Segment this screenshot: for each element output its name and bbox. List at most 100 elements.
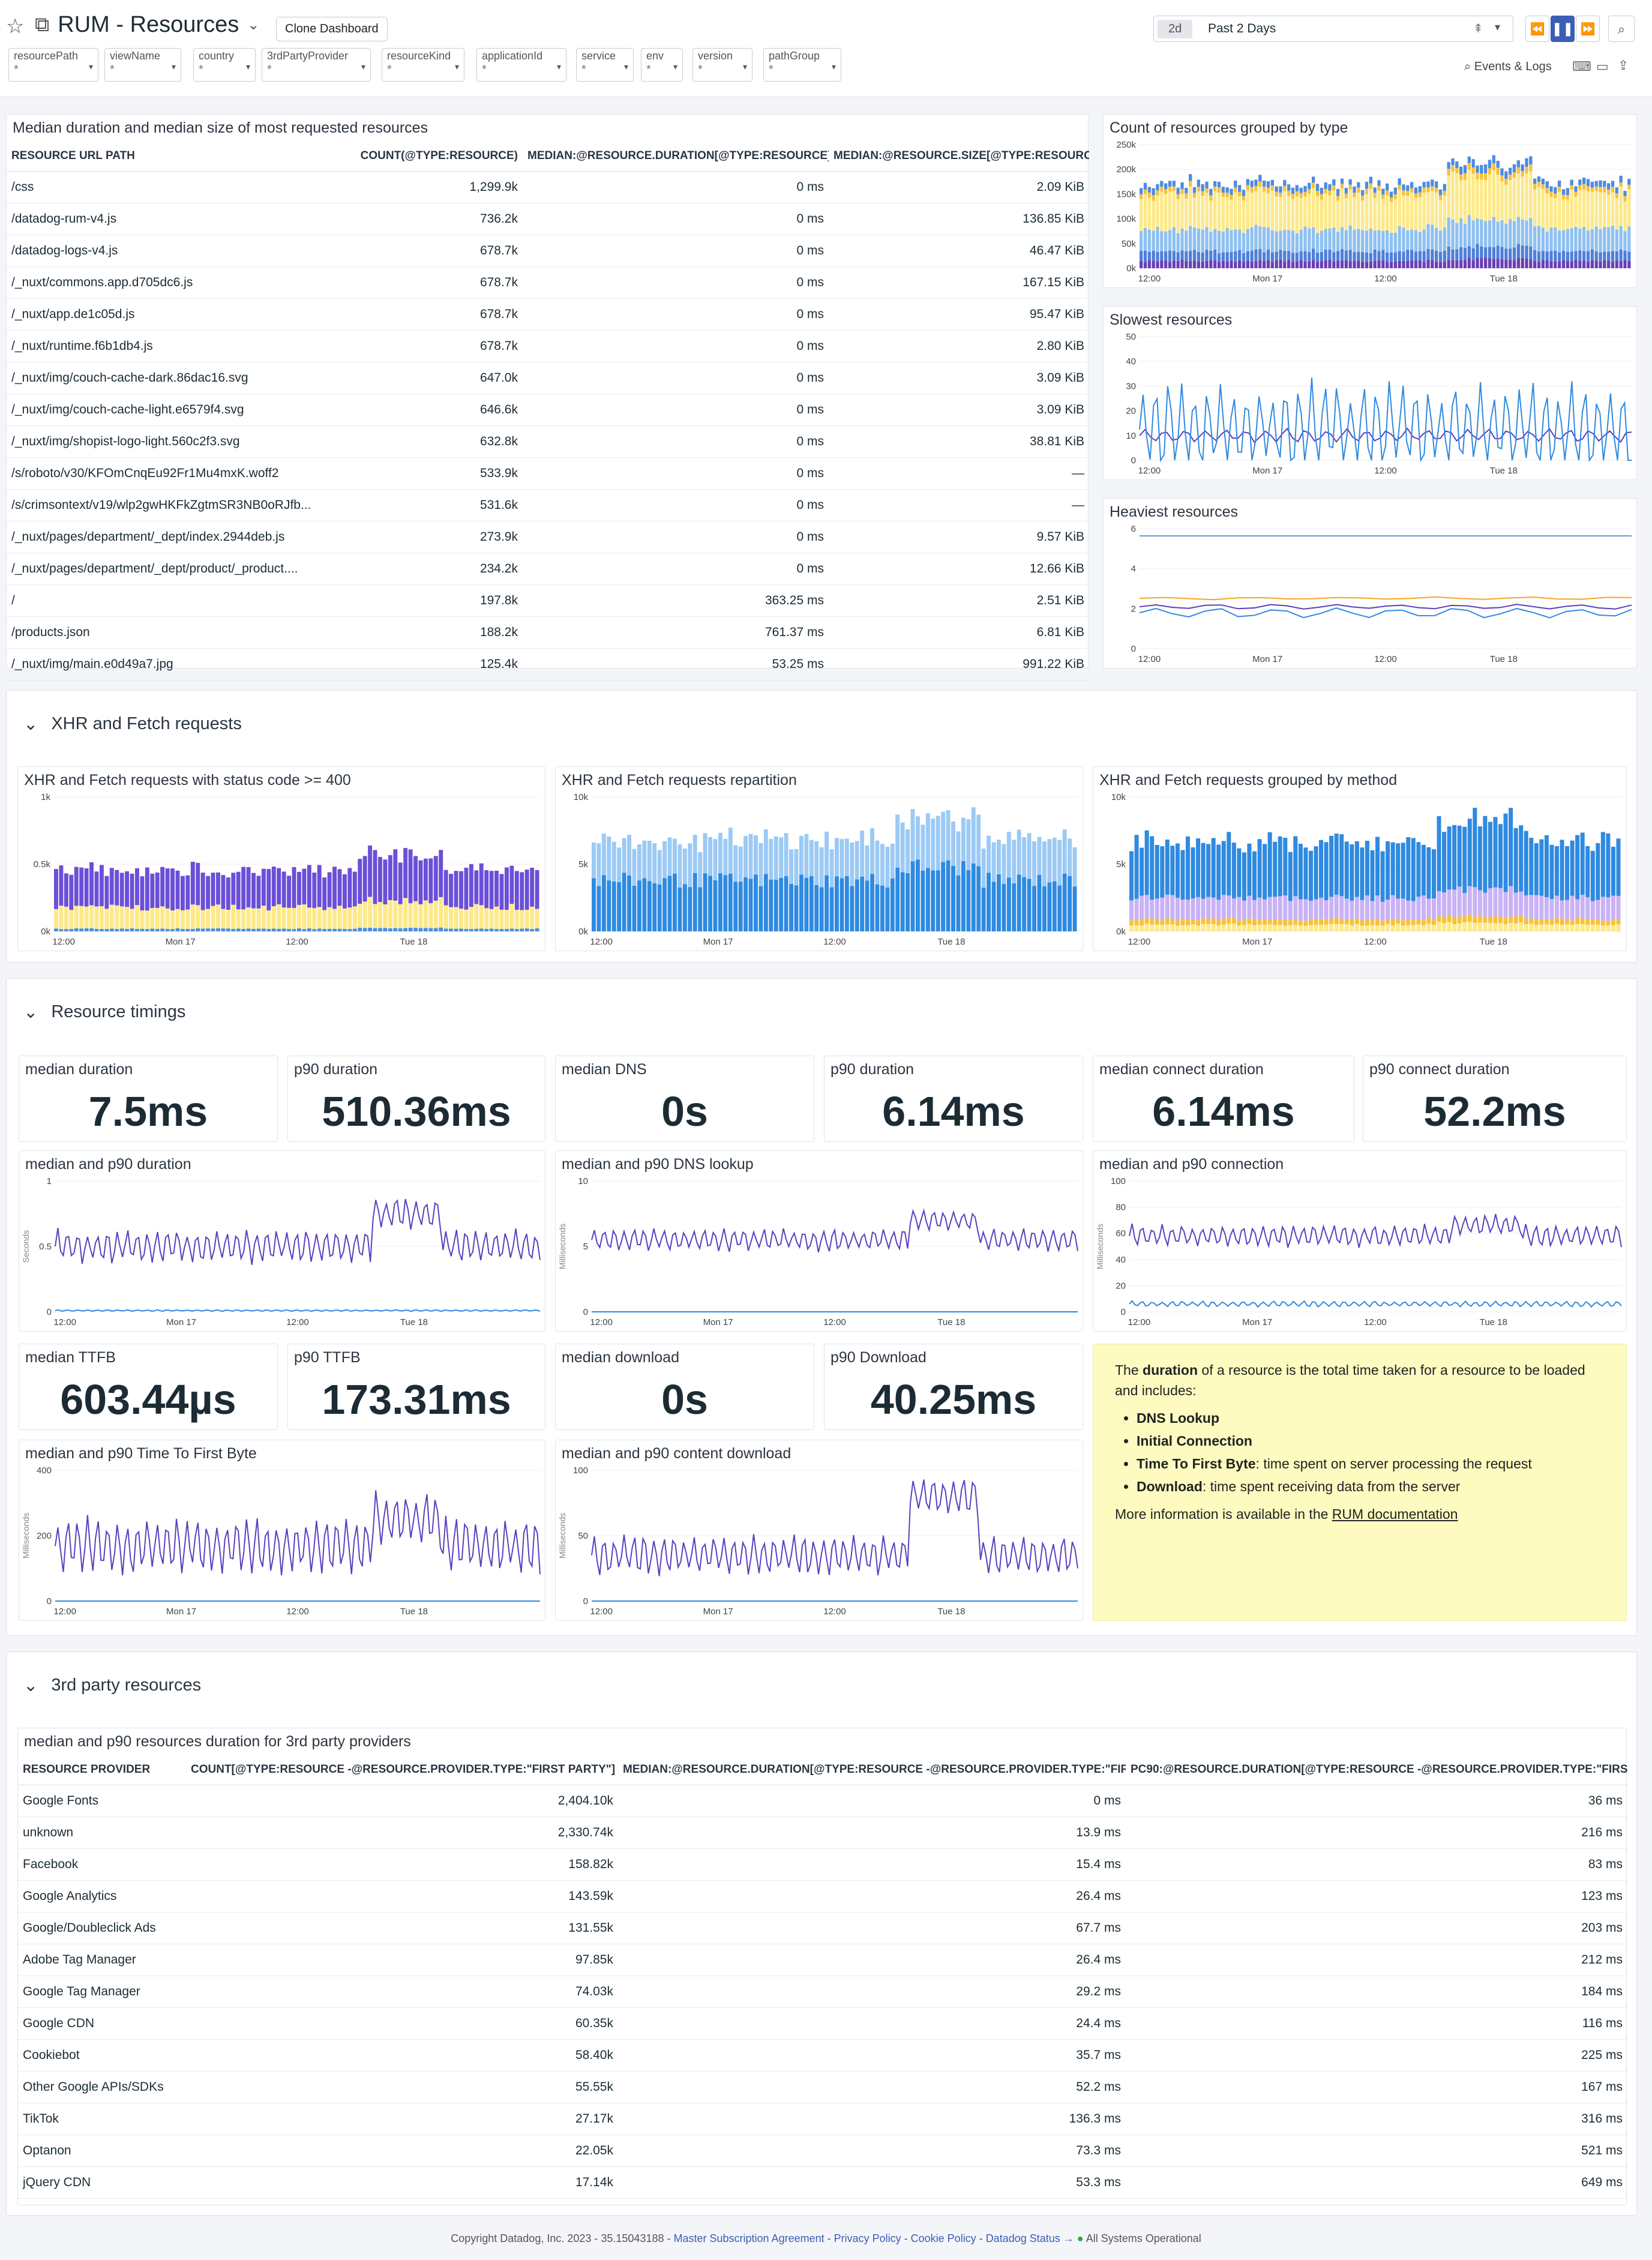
table-row[interactable]: Google/Doubleclick Ads 131.55k 67.7 ms 203 … <box>18 1912 1627 1944</box>
msa-link[interactable]: Master Subscription Agreement <box>673 2232 824 2244</box>
chevron-down-icon[interactable]: ⌄ <box>23 714 38 735</box>
table-row[interactable]: /_nuxt/commons.app.d705dc6.js 678.7k 0 ms 1… <box>7 266 1089 299</box>
bar <box>1544 919 1549 925</box>
dashboard-title[interactable]: ⧉ RUM - Resources ⌄ <box>35 12 259 38</box>
rum-docs-link[interactable]: RUM documentation <box>1332 1506 1458 1522</box>
group-header[interactable]: ⌄ 3rd party resources <box>23 1675 201 1696</box>
var-resourcekind[interactable]: resourceKind * ▾ <box>382 48 464 82</box>
bar <box>1452 889 1457 918</box>
pause-button[interactable]: ❚❚ <box>1551 16 1575 42</box>
xhr-errors-chart[interactable]: 1k0.5k0k12:00 Mon 17 12:00 Tue 18 <box>18 791 546 952</box>
bar <box>946 810 951 861</box>
column-header[interactable]: COUNT(@TYPE:RESOURCE) <box>337 141 523 172</box>
table-row[interactable]: /products.json 188.2k 761.37 ms 6.81 KiB <box>7 616 1089 649</box>
table-row[interactable]: Google Fonts 2,404.10k 0 ms 36 ms <box>18 1785 1627 1817</box>
column-header[interactable]: MEDIAN:@RESOURCE.SIZE[@TYPE:RESOURCE] <box>829 141 1089 172</box>
column-header[interactable]: RESOURCE URL PATH <box>7 141 337 172</box>
var-applicationid[interactable]: applicationId * ▾ <box>476 48 566 82</box>
table-row[interactable]: Facebook 158.82k 15.4 ms 83 ms <box>18 1848 1627 1881</box>
bar <box>281 907 286 929</box>
table-row[interactable]: Google Analytics 143.59k 26.4 ms 123 ms <box>18 1880 1627 1913</box>
export-icon[interactable]: ⇪ <box>1618 58 1629 73</box>
tv-mode-icon[interactable]: ▭ <box>1596 59 1609 74</box>
zoom-out-button[interactable]: ⌕ <box>1608 16 1635 42</box>
table-row[interactable]: Cookiebot 58.40k 35.7 ms 225 ms <box>18 2039 1627 2072</box>
var-pathgroup[interactable]: pathGroup * ▾ <box>763 48 841 82</box>
table-row[interactable]: /s/crimsontext/v19/wlp2gwHKFkZgtmSR3NB0o… <box>7 489 1089 521</box>
table-row[interactable]: TikTok 27.17k 136.3 ms 316 ms <box>18 2103 1627 2135</box>
bar <box>1332 179 1336 186</box>
table-row[interactable]: /datadog-logs-v4.js 678.7k 0 ms 46.47 KiB <box>7 235 1089 267</box>
bar <box>403 848 408 898</box>
chevron-down-icon[interactable]: ⌄ <box>23 1675 38 1696</box>
forward-button[interactable]: ⏩ <box>1576 16 1600 42</box>
connection-chart[interactable]: 10080604020012:00 Mon 17 12:00 Tue 18Millis… <box>1093 1175 1627 1332</box>
bar <box>1340 188 1344 227</box>
table-row[interactable]: /_nuxt/pages/department/_dept/product/_p… <box>7 553 1089 585</box>
chevron-down-icon[interactable]: ⌄ <box>247 16 259 34</box>
status-link[interactable]: Datadog Status → <box>986 2232 1074 2244</box>
var-3rdpartyprovider[interactable]: 3rdPartyProvider * ▾ <box>262 48 371 82</box>
slowest-resources-chart[interactable]: 5040302010012:00 Mon 17 12:00 Tue 18 <box>1104 331 1638 481</box>
table-row[interactable]: jQuery CDN 17.14k 53.3 ms 649 ms <box>18 2166 1627 2199</box>
bar <box>337 869 342 906</box>
table-row[interactable]: /css 1,299.9k 0 ms 2.09 KiB <box>7 171 1089 203</box>
var-version[interactable]: version * ▾ <box>692 48 752 82</box>
table-row[interactable]: /_nuxt/img/couch-cache-light.e6579f4.svg… <box>7 394 1089 426</box>
bar <box>1578 179 1582 185</box>
xhr-by-method-chart[interactable]: 10k5k0k12:00 Mon 17 12:00 Tue 18 <box>1093 791 1627 952</box>
heaviest-resources-chart[interactable]: 642012:00 Mon 17 12:00 Tue 18 <box>1104 523 1638 669</box>
bar <box>1150 836 1155 900</box>
column-header[interactable]: COUNT[@TYPE:RESOURCE -@RESOURCE.PROVIDER… <box>186 1755 618 1785</box>
xhr-repartition-chart[interactable]: 10k5k0k12:00 Mon 17 12:00 Tue 18 <box>556 791 1084 952</box>
ttfb-chart[interactable]: 400200012:00 Mon 17 12:00 Tue 18Millisecond… <box>19 1464 546 1621</box>
var-env[interactable]: env * ▾ <box>641 48 683 82</box>
var-country[interactable]: country * ▾ <box>193 48 256 82</box>
duration-chart[interactable]: 10.5012:00 Mon 17 12:00 Tue 18Seconds <box>19 1175 546 1332</box>
var-service[interactable]: service * ▾ <box>576 48 634 82</box>
table-row[interactable]: /_nuxt/img/couch-cache-dark.86dac16.svg 6… <box>7 362 1089 394</box>
chevron-down-icon[interactable]: ▾ <box>1495 21 1500 34</box>
privacy-link[interactable]: Privacy Policy <box>834 2232 901 2244</box>
clone-dashboard-button[interactable]: Clone Dashboard <box>276 17 388 41</box>
table-row[interactable]: /_nuxt/pages/department/_dept/index.2944… <box>7 521 1089 553</box>
table-row[interactable]: unknown 2,330.74k 13.9 ms 216 ms <box>18 1817 1627 1849</box>
count-by-type-chart[interactable]: 250k200k150k100k50k0k12:00 Mon 17 12:00 Tue… <box>1104 139 1638 289</box>
bar <box>1421 844 1426 896</box>
column-header[interactable]: MEDIAN:@RESOURCE.DURATION[@TYPE:RESOURCE… <box>618 1755 1126 1785</box>
table-row[interactable]: /datadog-rum-v4.js 736.2k 0 ms 136.85 KiB <box>7 203 1089 235</box>
table-row[interactable]: /197.8k 363.25 ms 2.51 KiB <box>7 585 1089 617</box>
group-header[interactable]: ⌄ Resource timings <box>23 1002 185 1023</box>
bar <box>1574 196 1578 227</box>
cookie-link[interactable]: Cookie Policy <box>911 2232 976 2244</box>
table-row[interactable]: /s/roboto/v30/KFOmCnqEu92Fr1Mu4mxK.woff2… <box>7 457 1089 490</box>
column-header[interactable]: RESOURCE PROVIDER <box>18 1755 186 1785</box>
var-resourcepath[interactable]: resourcePath * ▾ <box>8 48 98 82</box>
column-header[interactable]: MEDIAN:@RESOURCE.DURATION[@TYPE:RESOURCE… <box>523 141 829 172</box>
bar <box>1498 824 1503 888</box>
star-icon[interactable]: ☆ <box>6 14 24 38</box>
rewind-button[interactable]: ⏪ <box>1525 16 1549 42</box>
keyboard-icon[interactable]: ⌨ <box>1572 59 1591 74</box>
timeframe-selector[interactable]: 2d Past 2 Days ⇞ ▾ <box>1153 16 1513 42</box>
dns-chart[interactable]: 105012:00 Mon 17 12:00 Tue 18Milliseconds <box>556 1175 1084 1332</box>
download-chart[interactable]: 10050012:00 Mon 17 12:00 Tue 18Milliseconds <box>556 1464 1084 1621</box>
bar <box>1315 262 1320 268</box>
bar <box>342 874 347 909</box>
column-header[interactable]: PC90:@RESOURCE.DURATION[@TYPE:RESOURCE -… <box>1126 1755 1627 1785</box>
var-viewname[interactable]: viewName * ▾ <box>104 48 181 82</box>
pin-icon[interactable]: ⇞ <box>1473 21 1483 36</box>
table-row[interactable]: Adobe Tag Manager 97.85k 26.4 ms 212 ms <box>18 1944 1627 1976</box>
bar <box>1172 186 1176 191</box>
table-row[interactable]: Google Tag Manager 74.03k 29.2 ms 184 ms <box>18 1976 1627 2008</box>
table-row[interactable]: /_nuxt/img/main.e0d49a7.jpg 125.4k 53.25 m… <box>7 648 1089 681</box>
table-row[interactable]: Google CDN 60.35k 24.4 ms 116 ms <box>18 2007 1627 2040</box>
events-logs-toggle[interactable]: ⌕ Events & Logs <box>1464 60 1552 74</box>
table-row[interactable]: /_nuxt/runtime.f6b1db4.js 678.7k 0 ms 2.80 … <box>7 330 1089 362</box>
table-row[interactable]: /_nuxt/img/shopist-logo-light.560c2f3.sv… <box>7 425 1089 458</box>
table-row[interactable]: Other Google APIs/SDKs 55.55k 52.2 ms 167 m… <box>18 2071 1627 2103</box>
group-header[interactable]: ⌄ XHR and Fetch requests <box>23 714 242 735</box>
table-row[interactable]: Optanon 22.05k 73.3 ms 521 ms <box>18 2135 1627 2167</box>
chevron-down-icon[interactable]: ⌄ <box>23 1002 38 1023</box>
table-row[interactable]: /_nuxt/app.de1c05d.js 678.7k 0 ms 95.47 KiB <box>7 298 1089 331</box>
